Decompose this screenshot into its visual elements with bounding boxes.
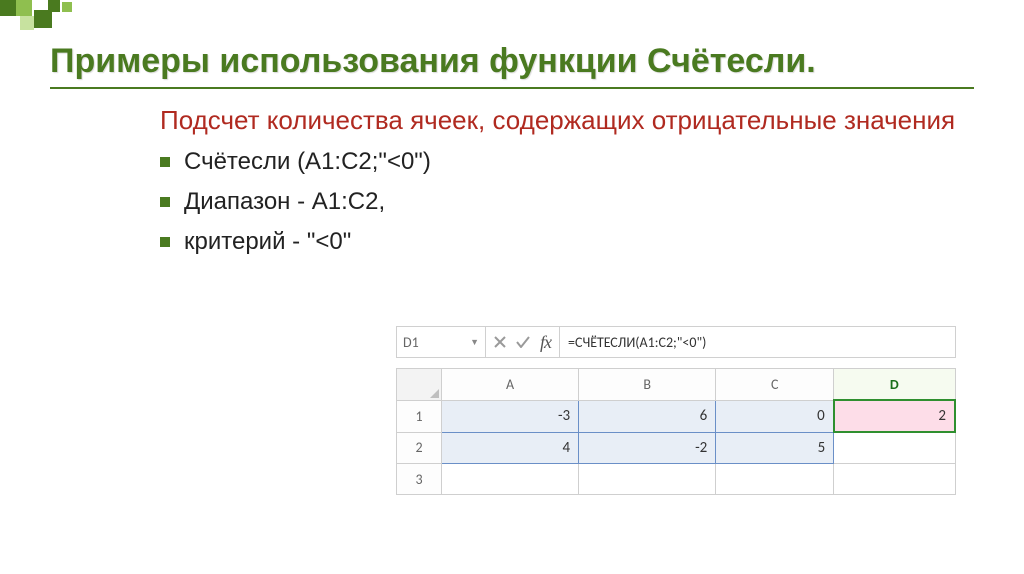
col-header-b[interactable]: B (579, 369, 716, 401)
bullet-marker (160, 197, 170, 207)
formula-bar: D1 ▼ fx =СЧЁТЕСЛИ(A1:C2;"<0") (396, 326, 956, 358)
cell-b3[interactable] (579, 464, 716, 495)
cell-c2[interactable]: 5 (716, 432, 834, 464)
slide-title: Примеры использования функции Счётесли. (50, 40, 974, 89)
col-header-a[interactable]: A (442, 369, 579, 401)
formula-bar-buttons: fx (486, 327, 560, 357)
fx-icon[interactable]: fx (540, 332, 551, 353)
enter-icon[interactable] (516, 336, 530, 348)
spreadsheet-grid[interactable]: A B C D 1 -3 6 0 2 2 4 -2 5 3 (396, 368, 956, 495)
cell-c3[interactable] (716, 464, 834, 495)
cell-d1[interactable]: 2 (834, 400, 955, 432)
name-box-value: D1 (403, 334, 419, 351)
cell-d3[interactable] (834, 464, 955, 495)
bullet-item: Счётесли (A1:С2;"<0") (160, 148, 974, 176)
bullet-item: Диапазон - А1:С2, (160, 188, 974, 216)
bullet-text: Счётесли (A1:С2;"<0") (184, 148, 974, 176)
cell-a1[interactable]: -3 (442, 400, 579, 432)
select-all-corner[interactable] (397, 369, 442, 401)
bullet-text: критерий - "<0" (184, 228, 974, 256)
bullet-marker (160, 157, 170, 167)
dropdown-icon: ▼ (470, 337, 479, 348)
table-row: 1 -3 6 0 2 (397, 400, 956, 432)
col-header-c[interactable]: C (716, 369, 834, 401)
cell-c1[interactable]: 0 (716, 400, 834, 432)
cell-a3[interactable] (442, 464, 579, 495)
cell-a2[interactable]: 4 (442, 432, 579, 464)
bullet-marker (160, 237, 170, 247)
col-header-d[interactable]: D (834, 369, 955, 401)
table-row: 2 4 -2 5 (397, 432, 956, 464)
cancel-icon[interactable] (494, 336, 506, 348)
cell-d2[interactable] (834, 432, 955, 464)
row-header-2[interactable]: 2 (397, 432, 442, 464)
slide-subtitle: Подсчет количества ячеек, содержащих отр… (160, 103, 974, 138)
table-row: 3 (397, 464, 956, 495)
bullet-item: критерий - "<0" (160, 228, 974, 256)
name-box[interactable]: D1 ▼ (397, 327, 486, 357)
decorative-squares (0, 0, 200, 40)
row-header-1[interactable]: 1 (397, 400, 442, 432)
excel-screenshot: D1 ▼ fx =СЧЁТЕСЛИ(A1:C2;"<0") A B C D (396, 326, 956, 495)
formula-text: =СЧЁТЕСЛИ(A1:C2;"<0") (568, 334, 706, 351)
cell-b1[interactable]: 6 (579, 400, 716, 432)
row-header-3[interactable]: 3 (397, 464, 442, 495)
cell-b2[interactable]: -2 (579, 432, 716, 464)
formula-input[interactable]: =СЧЁТЕСЛИ(A1:C2;"<0") (560, 327, 955, 357)
bullet-list: Счётесли (A1:С2;"<0") Диапазон - А1:С2, … (160, 148, 974, 256)
bullet-text: Диапазон - А1:С2, (184, 188, 974, 216)
